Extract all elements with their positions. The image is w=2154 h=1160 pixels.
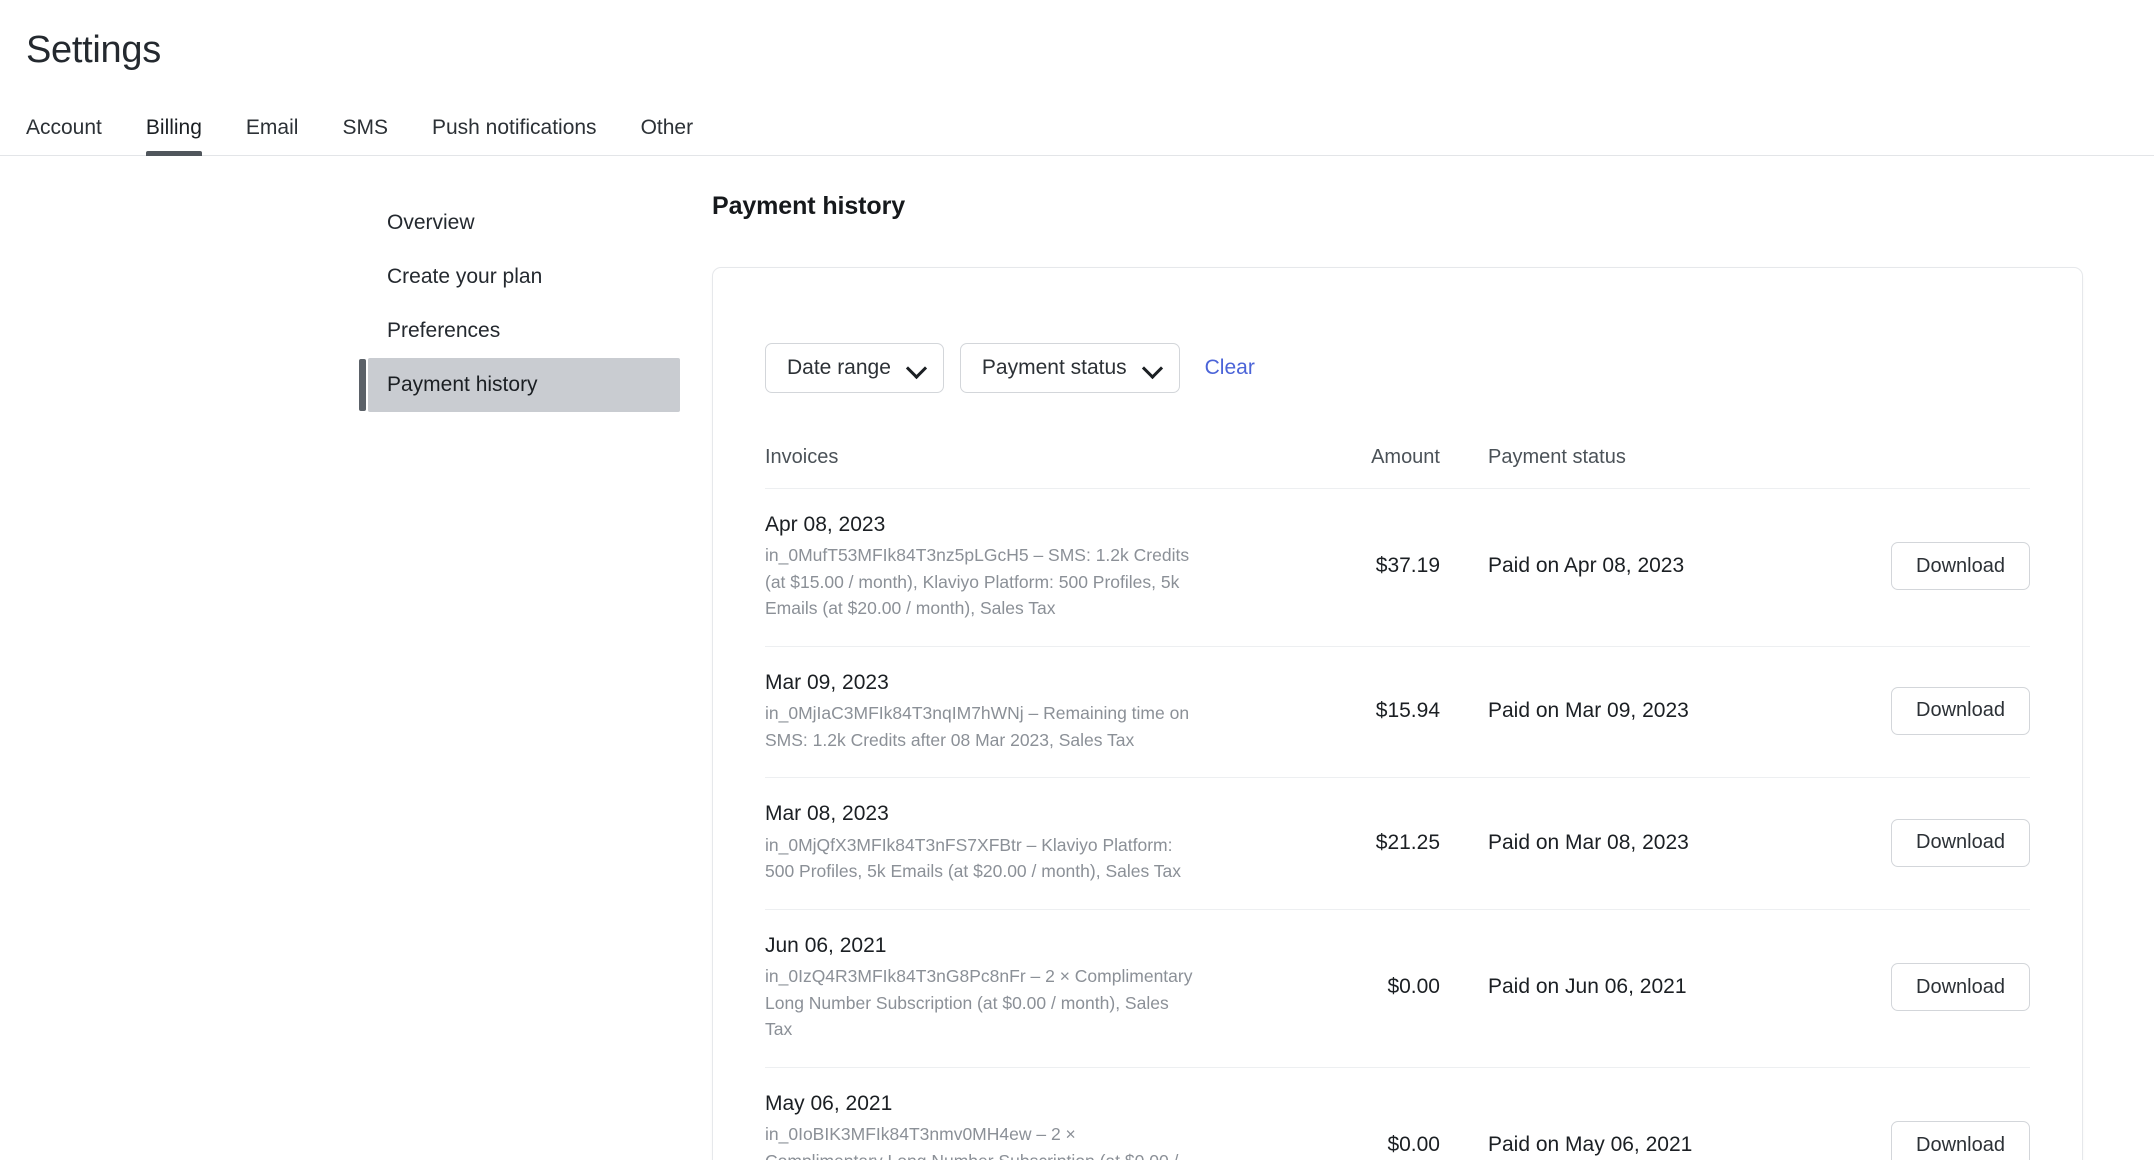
sidebar-item-label: Preferences — [387, 318, 501, 342]
date-range-filter-label: Date range — [787, 355, 891, 379]
tab-label: SMS — [342, 115, 388, 139]
tab-billing[interactable]: Billing — [124, 115, 224, 156]
chevron-down-icon — [908, 359, 925, 376]
payment-status-text: Paid on Mar 08, 2023 — [1488, 830, 1689, 854]
column-header-payment-status: Payment status — [1488, 445, 1626, 468]
invoice-date: May 06, 2021 — [765, 1091, 893, 1115]
invoice-cell: Mar 08, 2023 in_0MjQfX3MFIk84T3nFS7XFBtr… — [765, 800, 1320, 885]
billing-sidebar: Overview Create your plan Preferences Pa… — [0, 192, 712, 1160]
payment-status-text: Paid on Jun 06, 2021 — [1488, 975, 1687, 999]
invoice-description: in_0IzQ4R3MFIk84T3nG8Pc8nFr – 2 × Compli… — [765, 966, 1193, 1040]
download-button[interactable]: Download — [1891, 542, 2030, 591]
table-row: Mar 09, 2023 in_0MjIaC3MFIk84T3nqIM7hWNj… — [765, 647, 2030, 779]
body-wrapper: Overview Create your plan Preferences Pa… — [0, 156, 2154, 1160]
actions-cell: Download — [1840, 818, 2030, 867]
invoices-table: Invoices Amount Payment status Apr 08, 2… — [765, 446, 2030, 1160]
download-button[interactable]: Download — [1891, 686, 2030, 735]
sidebar-item-label: Overview — [387, 210, 475, 234]
amount-cell: $21.25 — [1320, 831, 1440, 855]
table-row: Mar 08, 2023 in_0MjQfX3MFIk84T3nFS7XFBtr… — [765, 778, 2030, 910]
date-range-filter[interactable]: Date range — [765, 342, 944, 393]
section-title: Payment history — [712, 191, 906, 220]
table-row: May 06, 2021 in_0IoBIK3MFIk84T3nmv0MH4ew… — [765, 1068, 2030, 1160]
payment-status-text: Paid on Apr 08, 2023 — [1488, 554, 1685, 578]
status-cell: Paid on Mar 09, 2023 — [1440, 699, 1840, 723]
payment-history-card: Date range Payment status Clear Invoices… — [712, 266, 2083, 1160]
actions-cell: Download — [1840, 686, 2030, 735]
invoice-description: in_0MjQfX3MFIk84T3nFS7XFBtr – Klaviyo Pl… — [765, 834, 1181, 882]
invoice-cell: Jun 06, 2021 in_0IzQ4R3MFIk84T3nG8Pc8nFr… — [765, 932, 1320, 1043]
sidebar-item-overview[interactable]: Overview — [368, 196, 680, 250]
column-header-invoices: Invoices — [765, 445, 839, 468]
invoice-description: in_0MjIaC3MFIk84T3nqIM7hWNj – Remaining … — [765, 703, 1190, 750]
status-cell: Paid on Mar 08, 2023 — [1440, 831, 1840, 855]
actions-cell: Download — [1840, 542, 2030, 591]
invoice-date: Jun 06, 2021 — [765, 933, 887, 957]
amount-cell: $0.00 — [1320, 1133, 1440, 1157]
download-button[interactable]: Download — [1891, 1121, 2030, 1160]
download-button[interactable]: Download — [1891, 818, 2030, 867]
chevron-down-icon — [1144, 359, 1161, 376]
page-title: Settings — [26, 29, 161, 71]
tab-other[interactable]: Other — [619, 117, 716, 155]
tab-sms[interactable]: SMS — [320, 117, 410, 155]
invoice-date: Mar 08, 2023 — [765, 802, 889, 826]
invoice-description: in_0MufT53MFIk84T3nz5pLGcH5 – SMS: 1.2k … — [765, 544, 1190, 619]
status-cell: Paid on Apr 08, 2023 — [1440, 554, 1840, 578]
invoice-amount: $37.19 — [1375, 554, 1440, 578]
amount-cell: $0.00 — [1320, 975, 1440, 999]
invoice-description: in_0IoBIK3MFIk84T3nmv0MH4ew – 2 × Compli… — [765, 1124, 1178, 1160]
payment-status-filter[interactable]: Payment status — [959, 342, 1180, 393]
tab-label: Push notifications — [431, 115, 597, 139]
sidebar-item-label: Create your plan — [387, 264, 543, 288]
invoice-cell: Apr 08, 2023 in_0MufT53MFIk84T3nz5pLGcH5… — [765, 511, 1320, 622]
payment-status-text: Paid on May 06, 2021 — [1488, 1133, 1693, 1157]
invoice-cell: May 06, 2021 in_0IoBIK3MFIk84T3nmv0MH4ew… — [765, 1090, 1320, 1160]
main-content: Payment history Date range Payment statu… — [712, 192, 2154, 1160]
actions-cell: Download — [1840, 963, 2030, 1012]
table-row: Apr 08, 2023 in_0MufT53MFIk84T3nz5pLGcH5… — [765, 489, 2030, 647]
download-button[interactable]: Download — [1891, 963, 2030, 1012]
status-cell: Paid on Jun 06, 2021 — [1440, 975, 1840, 999]
tab-label: Other — [640, 115, 694, 139]
sidebar-item-label: Payment history — [387, 372, 538, 396]
tab-push-notifications[interactable]: Push notifications — [410, 117, 619, 155]
invoice-date: Mar 09, 2023 — [765, 670, 889, 694]
invoice-amount: $0.00 — [1387, 1133, 1440, 1157]
tab-label: Account — [26, 115, 102, 139]
status-cell: Paid on May 06, 2021 — [1440, 1133, 1840, 1157]
table-row: Jun 06, 2021 in_0IzQ4R3MFIk84T3nG8Pc8nFr… — [765, 910, 2030, 1068]
tab-account[interactable]: Account — [26, 117, 124, 155]
clear-filters-link[interactable]: Clear — [1205, 356, 1255, 380]
amount-cell: $15.94 — [1320, 699, 1440, 723]
table-header-row: Invoices Amount Payment status — [765, 446, 2030, 489]
invoice-amount: $21.25 — [1375, 830, 1440, 854]
settings-tabbar: Account Billing Email SMS Push notificat… — [0, 104, 2154, 156]
column-header-amount: Amount — [1371, 445, 1440, 468]
actions-cell: Download — [1840, 1121, 2030, 1160]
payment-status-filter-label: Payment status — [981, 355, 1127, 379]
filter-bar: Date range Payment status Clear — [765, 268, 2030, 393]
tab-label: Billing — [145, 115, 202, 139]
invoice-date: Apr 08, 2023 — [765, 512, 886, 536]
tab-label: Email — [245, 115, 299, 139]
sidebar-item-create-your-plan[interactable]: Create your plan — [368, 250, 680, 304]
amount-cell: $37.19 — [1320, 554, 1440, 578]
sidebar-item-preferences[interactable]: Preferences — [368, 304, 680, 358]
invoice-amount: $15.94 — [1375, 698, 1440, 722]
sidebar-item-payment-history[interactable]: Payment history — [359, 357, 680, 412]
page-header: Settings — [0, 0, 2154, 74]
tab-email[interactable]: Email — [224, 117, 321, 155]
payment-status-text: Paid on Mar 09, 2023 — [1488, 698, 1689, 722]
invoice-amount: $0.00 — [1387, 975, 1440, 999]
invoice-cell: Mar 09, 2023 in_0MjIaC3MFIk84T3nqIM7hWNj… — [765, 669, 1320, 754]
